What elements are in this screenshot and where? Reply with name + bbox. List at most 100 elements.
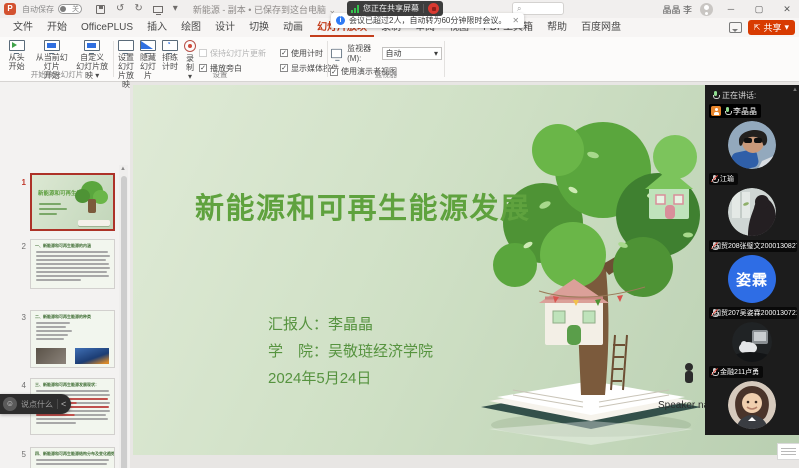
chat-avatar-icon: ☺ [3,397,17,411]
account-avatar[interactable] [700,3,713,16]
participant-tag: 国贸208张璧文2000130827 [709,240,797,252]
redo-icon[interactable]: ↻ [134,1,142,17]
slide-thumbnail-5[interactable]: 四、新能源和可再生能源结构分布及变化趋势 [30,447,115,468]
scrollbar-thumb[interactable] [121,176,127,468]
slide-canvas[interactable]: 新能源和可再生能源发展 汇报人：李晶晶 学 院：吴敬琏经济学院 2024年5月2… [133,85,799,455]
speaker-name: 李晶晶 [733,106,757,117]
tab-draw[interactable]: 绘图 [174,16,208,37]
tab-insert[interactable]: 插入 [140,16,174,37]
undo-icon[interactable]: ↺ [116,1,124,17]
account-name[interactable]: 晶晶 李 [662,3,692,16]
presenter-line: 汇报人：李晶晶 [268,311,433,338]
autosave-label: 自动保存 [22,4,54,15]
signal-bars-icon [351,5,359,13]
mic-muted-icon [711,175,717,184]
tree-on-book-illustration [453,95,721,450]
meeting-notice-text: 会议已超过2人，自动转为60分钟限时会议。 [349,15,506,26]
divider [423,4,424,13]
tab-transitions[interactable]: 切换 [242,16,276,37]
from-beginning-button[interactable]: 从头开始 [2,40,31,71]
presenter-icon [711,106,721,116]
quick-access-caret-icon[interactable]: ▾ [173,1,178,17]
group-setup: 设置 幻灯片放映 隐藏 幻灯片 排练计时 录制 ▾ 保持幻灯片更新 [115,37,325,81]
monitor-label: 监视器(M): [347,43,377,63]
close-button[interactable]: ✕ [777,4,797,15]
tab-baidu-netdisk[interactable]: 百度网盘 [574,16,628,37]
participant-name: 江瑜 [720,174,734,184]
chevron-down-icon: ▾ [434,48,438,59]
tab-design[interactable]: 设计 [208,16,242,37]
slide-subtitle-block: 汇报人：李晶晶 学 院：吴敬琏经济学院 2024年5月24日 [268,311,433,392]
monitor-slide-icon [84,40,100,51]
group-label: 监视器 [330,69,442,80]
college-line: 学 院：吴敬琏经济学院 [268,338,433,365]
collapse-icon[interactable]: < [57,399,69,409]
tab-home[interactable]: 开始 [40,16,74,37]
group-label: 开始放映幻灯片 [2,69,112,80]
slide-number: 1 [14,178,26,187]
slide-thumbnail-2[interactable]: 一、新能源和可再生能源的内涵 [30,239,115,289]
group-divider [327,41,328,77]
chat-input-placeholder[interactable]: 说点什么 [21,399,53,410]
group-label: 设置 [115,69,325,80]
thumb-tree-illustration [75,181,109,221]
participant-avatar-luyong[interactable] [728,381,776,429]
participant-avatar-jiangyu[interactable] [728,188,776,236]
slide-number: 4 [14,381,26,390]
thumb-book-illustration [78,220,110,226]
meeting-participants-panel: ▲ 正在讲话: 李晶晶 江瑜 [705,85,799,435]
minimize-button[interactable]: ─ [721,4,741,14]
mic-muted-icon [711,368,717,377]
tab-help[interactable]: 帮助 [540,16,574,37]
powerpoint-app-icon: P [4,3,16,15]
monitor-icon [331,48,342,57]
panel-scroll-up-icon[interactable]: ▲ [792,87,798,93]
participant-name: 国贸208张璧文2000130827 [714,241,797,251]
tiny-person-icon [685,363,693,383]
document-title[interactable]: 新能源 - 副本 • 已保存到这台电脑 ⌄ [193,3,336,16]
tab-animations[interactable]: 动画 [276,16,310,37]
slide-number: 2 [14,242,26,251]
keep-slides-updated-checkbox: 保持幻灯片更新 [199,46,266,60]
participant-name: 金融211卢勇 [720,367,759,377]
thumb-photo [36,348,66,364]
monitor-hide-icon [140,40,156,51]
group-start-slideshow: 从头开始 从当前幻灯片 开始 自定义 幻灯片放映 ▾ 开始放映幻灯片 [2,37,112,81]
comments-icon[interactable] [729,22,742,33]
screen-sharing-banner: 您正在共享屏幕 [347,1,443,16]
thumbnail-scrollbar[interactable]: ▲ [119,165,128,468]
checkbox-icon [199,49,207,57]
slideshow-quick-icon[interactable] [153,6,163,13]
record-icon [184,40,196,52]
save-icon[interactable] [96,5,105,14]
slide-number: 5 [14,450,26,459]
slide-thumbnail-1[interactable]: 新能源和可再生能源发展 [30,173,115,231]
scroll-up-icon[interactable]: ▲ [120,166,126,172]
slide-thumbnail-3[interactable]: 二、新能源和可再生能源的种类 [30,310,115,368]
collapsed-notice-box[interactable] [777,443,799,460]
participant-avatar-lijingjing[interactable] [728,121,776,169]
meeting-chat-quick-bar[interactable]: ☺ 说点什么 < [0,394,71,414]
monitor-gear-icon [118,40,134,51]
monitor-dropdown[interactable]: 自动 ▾ [382,47,442,60]
stop-sharing-button[interactable] [428,3,439,14]
speaking-header: 正在讲话: [705,85,799,104]
tab-file[interactable]: 文件 [6,16,40,37]
rehearse-timings-button[interactable]: 排练计时 [159,40,181,71]
toggle-knob [60,6,66,12]
sharing-banner-text: 您正在共享屏幕 [363,3,419,14]
participant-name: 国贸207吴姿霖2000130721 [714,308,797,318]
ribbon: 从头开始 从当前幻灯片 开始 自定义 幻灯片放映 ▾ 开始放映幻灯片 设置 幻灯… [0,37,799,82]
share-button[interactable]: ⇱ 共享 ▾ [748,20,795,35]
share-icon: ⇱ [754,23,761,32]
monitor-clock-icon [162,40,178,51]
tab-officeplus[interactable]: OfficePLUS [74,20,140,37]
setup-slideshow-button[interactable]: 设置 幻灯片放映 [115,40,137,89]
notice-close-icon[interactable]: ✕ [512,16,519,25]
participant-avatar-wuzilin[interactable] [732,322,772,362]
participant-tag: 江瑜 [709,173,738,185]
participant-avatar-initials[interactable]: 姿霖 [728,255,776,303]
autosave-toggle[interactable]: 关 [58,4,82,14]
maximize-button[interactable]: ▢ [749,4,769,15]
participant-tag: 国贸207吴姿霖2000130721 [709,307,797,319]
